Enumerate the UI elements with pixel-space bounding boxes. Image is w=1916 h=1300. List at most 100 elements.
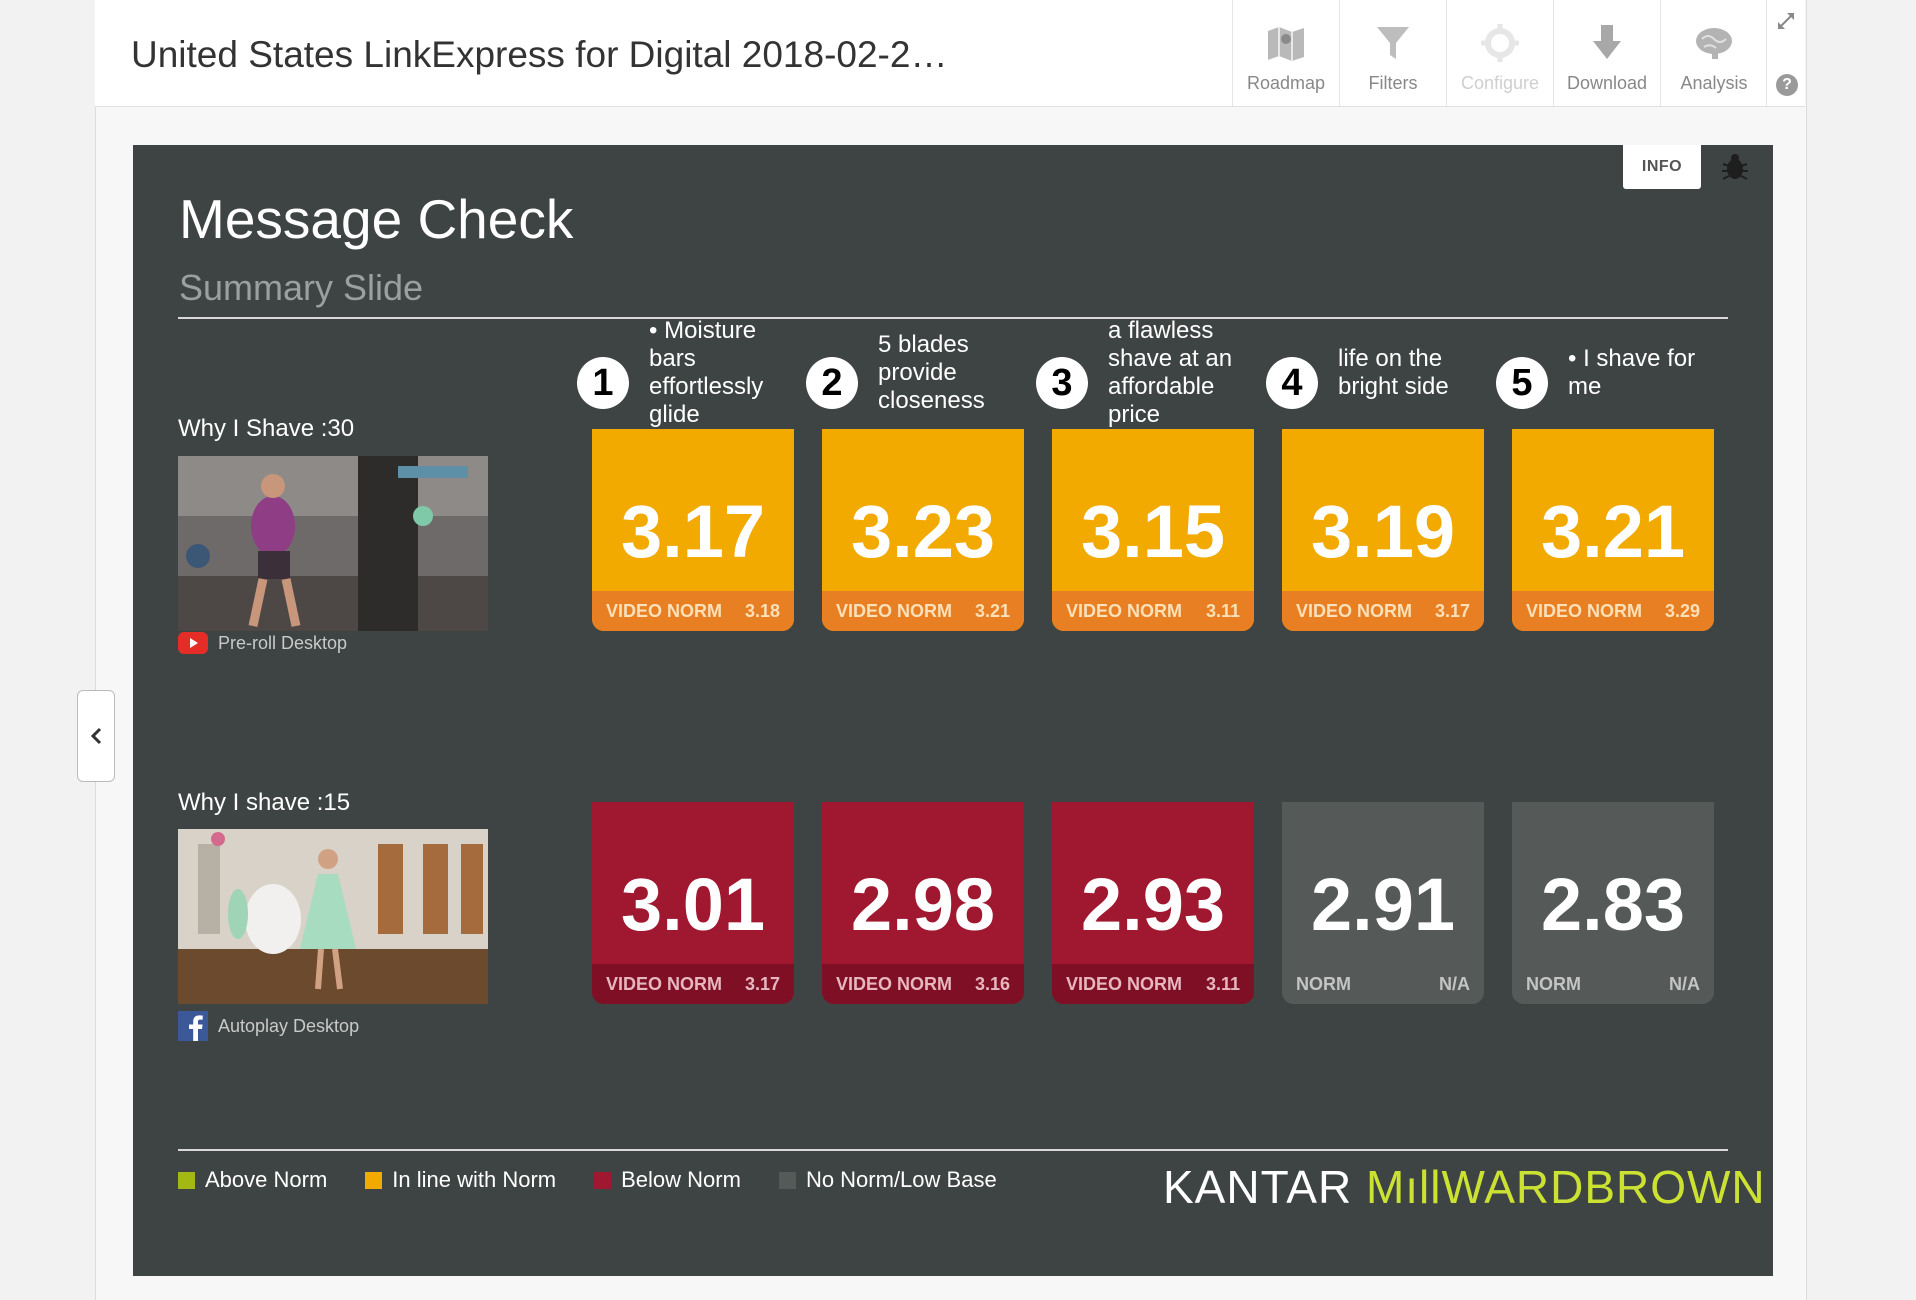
norm-bar: VIDEO NORM 3.11 xyxy=(1052,964,1254,1004)
bug-icon[interactable] xyxy=(1720,152,1750,182)
funnel-icon xyxy=(1377,27,1409,59)
score-value: 3.15 xyxy=(1080,490,1226,573)
norm-bar: VIDEO NORM 3.17 xyxy=(1282,591,1484,631)
score-tile: 3.21 VIDEO NORM 3.29 xyxy=(1512,429,1714,631)
kantar-millwardbrown-logo: KANTAR MıllWARDBROWN xyxy=(1163,1160,1766,1214)
score-tile: 2.91 NORM N/A xyxy=(1282,802,1484,1004)
brand-part-1: KANTAR xyxy=(1163,1161,1366,1213)
score-tile: 2.83 NORM N/A xyxy=(1512,802,1714,1004)
roadmap-button[interactable]: Roadmap xyxy=(1232,0,1339,106)
norm-label: VIDEO NORM xyxy=(836,973,953,994)
footer-divider xyxy=(178,1149,1728,1151)
map-icon xyxy=(1268,27,1304,61)
norm-label: NORM xyxy=(1296,973,1351,994)
norm-label: VIDEO NORM xyxy=(1526,600,1643,621)
info-button[interactable]: INFO xyxy=(1623,145,1701,189)
norm-value: 3.18 xyxy=(744,600,780,621)
legend-item: In line with Norm xyxy=(365,1167,556,1193)
platform-text: Pre-roll Desktop xyxy=(218,632,348,653)
video-thumbnail-2[interactable] xyxy=(178,829,488,1004)
norm-value: N/A xyxy=(1669,973,1700,994)
download-label: Download xyxy=(1566,73,1648,93)
message-header-5: 5 • I shave for me xyxy=(1496,315,1716,430)
norm-value: 3.17 xyxy=(744,973,780,994)
configure-button[interactable]: Configure xyxy=(1446,0,1553,106)
legend-swatch xyxy=(365,1171,383,1189)
top-bar: United States LinkExpress for Digital 20… xyxy=(95,0,1805,107)
download-icon xyxy=(1593,25,1621,59)
norm-label: VIDEO NORM xyxy=(1296,600,1413,621)
message-number: 4 xyxy=(1266,357,1318,409)
collapse-panel-button[interactable] xyxy=(77,690,115,782)
legend: Above Norm In line with Norm Below Norm … xyxy=(178,1167,1035,1193)
video-thumbnail-1[interactable] xyxy=(178,456,488,631)
score-tile: 3.23 VIDEO NORM 3.21 xyxy=(822,429,1024,631)
message-text: life on the bright side xyxy=(1338,344,1449,400)
legend-item: No Norm/Low Base xyxy=(778,1167,997,1193)
help-icon[interactable]: ? xyxy=(1776,74,1798,96)
score-value: 2.91 xyxy=(1310,863,1456,946)
norm-label: VIDEO NORM xyxy=(606,973,723,994)
norm-bar: VIDEO NORM 3.16 xyxy=(822,964,1024,1004)
norm-label: NORM xyxy=(1526,973,1581,994)
filters-button[interactable]: Filters xyxy=(1339,0,1446,106)
roadmap-label: Roadmap xyxy=(1246,73,1326,93)
legend-swatch xyxy=(178,1171,195,1189)
score-tile: 2.98 VIDEO NORM 3.16 xyxy=(822,802,1024,1004)
report-title: United States LinkExpress for Digital 20… xyxy=(131,34,948,75)
norm-value: 3.16 xyxy=(974,973,1010,994)
slide-title: Message Check xyxy=(179,188,574,250)
legend-item: Below Norm xyxy=(594,1167,741,1193)
legend-swatch xyxy=(778,1171,796,1189)
platform-text: Autoplay Desktop xyxy=(218,1015,360,1036)
norm-label: VIDEO NORM xyxy=(606,600,723,621)
facebook-icon xyxy=(178,1011,208,1041)
norm-bar: VIDEO NORM 3.18 xyxy=(592,591,794,631)
score-value: 3.17 xyxy=(620,490,766,573)
score-tile: 2.93 VIDEO NORM 3.11 xyxy=(1052,802,1254,1004)
norm-bar: NORM N/A xyxy=(1282,964,1484,1004)
norm-value: 3.21 xyxy=(974,600,1010,621)
norm-value: 3.11 xyxy=(1205,600,1240,621)
norm-label: VIDEO NORM xyxy=(1066,973,1183,994)
message-text: • I shave for me xyxy=(1568,344,1696,400)
message-header-3: 3 a flawless shave at an affordable pric… xyxy=(1036,315,1256,430)
message-number: 1 xyxy=(577,357,629,409)
slide: INFO Message Check Summary Slide 1 • Moi… xyxy=(133,145,1773,1276)
legend-label: Below Norm xyxy=(621,1167,741,1192)
message-header-2: 2 5 blades provide closeness xyxy=(806,315,1026,430)
message-header-4: 4 life on the bright side xyxy=(1266,315,1486,430)
score-value: 2.83 xyxy=(1540,863,1686,946)
platform-label-2: Autoplay Desktop xyxy=(178,1011,359,1041)
download-button[interactable]: Download xyxy=(1553,0,1660,106)
score-value: 3.19 xyxy=(1310,490,1456,573)
configure-label: Configure xyxy=(1460,73,1540,93)
score-value: 3.01 xyxy=(620,863,766,946)
analysis-button[interactable]: Analysis xyxy=(1660,0,1767,106)
norm-value: 3.29 xyxy=(1664,600,1700,621)
message-header-1: 1 • Moisture bars effortlessly glide xyxy=(577,315,797,430)
score-tile: 3.01 VIDEO NORM 3.17 xyxy=(592,802,794,1004)
ad-label-1: Why I Shave :30 xyxy=(178,415,355,442)
score-tile: 3.19 VIDEO NORM 3.17 xyxy=(1282,429,1484,631)
norm-bar: NORM N/A xyxy=(1512,964,1714,1004)
expand-icon[interactable] xyxy=(1775,10,1797,32)
norm-value: 3.11 xyxy=(1205,973,1240,994)
norm-bar: VIDEO NORM 3.17 xyxy=(592,964,794,1004)
legend-label: No Norm/Low Base xyxy=(805,1167,997,1192)
legend-swatch xyxy=(594,1171,612,1189)
message-text: a flawless shave at an affordable price xyxy=(1108,316,1233,428)
message-number: 5 xyxy=(1496,357,1548,409)
norm-bar: VIDEO NORM 3.21 xyxy=(822,591,1024,631)
chevron-left-icon xyxy=(90,727,102,745)
norm-bar: VIDEO NORM 3.29 xyxy=(1512,591,1714,631)
toolbar: Roadmap Filters Configure Download Analy… xyxy=(1232,0,1767,106)
platform-label-1: Pre-roll Desktop xyxy=(178,631,347,655)
message-number: 2 xyxy=(806,357,858,409)
norm-label: VIDEO NORM xyxy=(836,600,953,621)
norm-value: 3.17 xyxy=(1434,600,1470,621)
message-number: 3 xyxy=(1036,357,1088,409)
ad-label-2: Why I shave :15 xyxy=(178,789,351,816)
message-text: • Moisture bars effortlessly glide xyxy=(649,316,764,428)
score-tile: 3.17 VIDEO NORM 3.18 xyxy=(592,429,794,631)
